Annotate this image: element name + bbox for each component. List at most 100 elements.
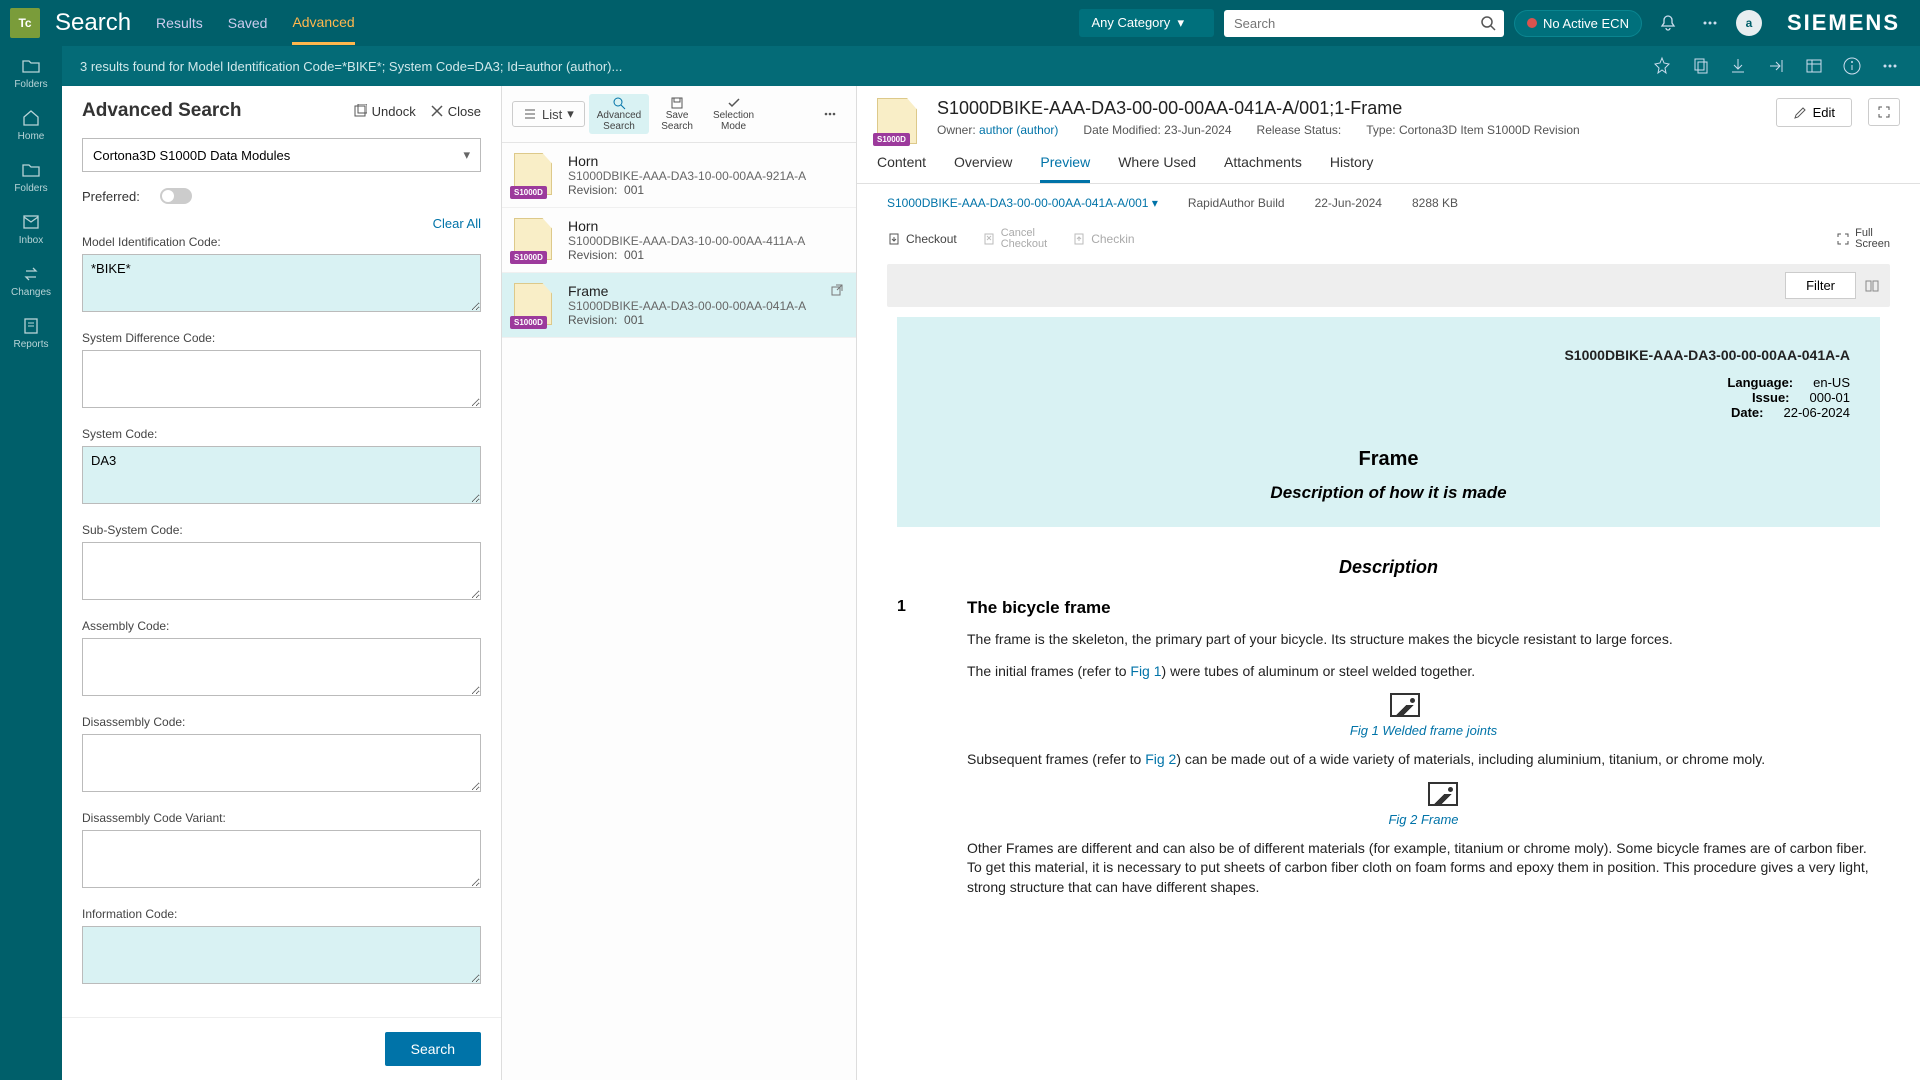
save-search-button[interactable]: SaveSearch — [653, 94, 701, 134]
model-id-input[interactable]: *BIKE* — [82, 254, 481, 312]
header-tabs: Results Saved Advanced — [156, 0, 355, 46]
field-label: Disassembly Code: — [82, 715, 481, 729]
doc-icon: S1000D — [514, 153, 556, 195]
tab-history[interactable]: History — [1330, 154, 1374, 183]
search-icon[interactable] — [1480, 15, 1496, 31]
selection-mode-button[interactable]: SelectionMode — [705, 94, 762, 134]
clear-all-link[interactable]: Clear All — [62, 212, 501, 235]
result-dmc: S1000DBIKE-AAA-DA3-10-00-00AA-921A-A — [568, 169, 844, 183]
preferred-row: Preferred: — [62, 180, 501, 212]
image-placeholder-icon — [1428, 782, 1458, 806]
table-icon[interactable] — [1804, 56, 1824, 76]
figure-1: Fig 1 Welded frame joints — [1350, 693, 1497, 738]
list-view-button[interactable]: List ▾ — [512, 101, 585, 127]
revision-dropdown[interactable]: S1000DBIKE-AAA-DA3-00-00-00AA-041A-A/001… — [887, 196, 1158, 210]
result-dmc: S1000DBIKE-AAA-DA3-10-00-00AA-411A-A — [568, 234, 844, 248]
tab-results[interactable]: Results — [156, 3, 203, 43]
category-dropdown[interactable]: Any Category ▾ — [1079, 9, 1214, 37]
copy-icon[interactable] — [1690, 56, 1710, 76]
detail-tabs: Content Overview Preview Where Used Atta… — [857, 142, 1920, 184]
result-item-1[interactable]: S1000D Horn S1000DBIKE-AAA-DA3-10-00-00A… — [502, 208, 856, 273]
open-icon[interactable] — [830, 283, 844, 297]
doc-icon: S1000D — [514, 218, 556, 260]
assembly-input[interactable] — [82, 638, 481, 696]
owner-link[interactable]: author (author) — [979, 123, 1058, 137]
toolbar-overflow[interactable] — [814, 104, 846, 124]
type-select[interactable]: Cortona3D S1000D Data Modules — [82, 138, 481, 172]
preferred-toggle[interactable] — [160, 188, 192, 204]
action-bar: Checkout CancelCheckout Checkin FullScre… — [857, 222, 1920, 264]
share-icon[interactable] — [1766, 56, 1786, 76]
notifications-icon[interactable] — [1652, 7, 1684, 39]
paragraph: Subsequent frames (refer to Fig 2) can b… — [967, 750, 1880, 770]
adv-body: Model Identification Code:*BIKE* System … — [62, 235, 501, 1017]
tab-content[interactable]: Content — [877, 154, 926, 183]
fig1-link[interactable]: Fig 1 — [1130, 663, 1161, 679]
no-active-ecn[interactable]: No Active ECN — [1514, 10, 1642, 37]
doc-h1: Frame — [927, 448, 1850, 471]
rail-inbox[interactable]: Inbox — [19, 212, 43, 246]
result-item-2[interactable]: S1000D Frame S1000DBIKE-AAA-DA3-00-00-00… — [502, 273, 856, 338]
adv-footer: Search — [62, 1017, 501, 1080]
detail-panel: S1000D S1000DBIKE-AAA-DA3-00-00-00AA-041… — [857, 86, 1920, 1080]
advanced-search-panel: Advanced Search Undock Close Cortona3D S… — [62, 86, 502, 1080]
section-title: The bicycle frame — [967, 598, 1880, 618]
siemens-logo: SIEMENS — [1787, 10, 1900, 36]
info-icon[interactable] — [1842, 56, 1862, 76]
detail-doc-icon: S1000D — [877, 98, 921, 142]
tab-where-used[interactable]: Where Used — [1118, 154, 1196, 183]
disassembly-input[interactable] — [82, 734, 481, 792]
tab-preview[interactable]: Preview — [1040, 154, 1090, 183]
close-button[interactable]: Close — [431, 104, 481, 119]
filter-button[interactable]: Filter — [1785, 272, 1856, 299]
results-panel: List ▾ AdvancedSearch SaveSearch Selecti… — [502, 86, 857, 1080]
fig2-link[interactable]: Fig 2 — [1145, 751, 1176, 767]
subsystem-input[interactable] — [82, 542, 481, 600]
disassembly-variant-input[interactable] — [82, 830, 481, 888]
doc-h2: Description of how it is made — [927, 483, 1850, 503]
field-label: Sub-System Code: — [82, 523, 481, 537]
overflow-icon[interactable] — [1880, 56, 1900, 76]
tab-attachments[interactable]: Attachments — [1224, 154, 1302, 183]
avatar[interactable]: a — [1736, 10, 1762, 36]
app-logo[interactable]: Tc — [10, 8, 40, 38]
fig2-caption: Fig 2 Frame — [1388, 812, 1458, 827]
results-summary: 3 results found for Model Identification… — [80, 59, 622, 74]
revision-bar: S1000DBIKE-AAA-DA3-00-00-00AA-041A-A/001… — [857, 184, 1920, 222]
search-input[interactable] — [1224, 10, 1504, 37]
content-scroll[interactable]: S1000DBIKE-AAA-DA3-00-00-00AA-041A-A Lan… — [857, 317, 1920, 1080]
rail-home[interactable]: Home — [18, 108, 45, 142]
doc-header-box: S1000DBIKE-AAA-DA3-00-00-00AA-041A-A Lan… — [897, 317, 1880, 527]
result-dmc: S1000DBIKE-AAA-DA3-00-00-00AA-041A-A — [568, 299, 818, 313]
field-label: Assembly Code: — [82, 619, 481, 633]
detail-header: S1000D S1000DBIKE-AAA-DA3-00-00-00AA-041… — [857, 86, 1920, 142]
info-code-input[interactable] — [82, 926, 481, 984]
split-icon[interactable] — [1864, 278, 1880, 294]
fullscreen-button[interactable]: FullScreen — [1836, 228, 1890, 250]
system-code-input[interactable]: DA3 — [82, 446, 481, 504]
rail-folders[interactable]: Folders — [14, 160, 47, 194]
edit-button[interactable]: Edit — [1776, 98, 1852, 127]
rail-changes[interactable]: Changes — [11, 264, 51, 298]
field-label: System Code: — [82, 427, 481, 441]
export-icon[interactable] — [1728, 56, 1748, 76]
rail-folders-top[interactable]: Folders — [14, 56, 47, 90]
ai-icon[interactable] — [1652, 56, 1672, 76]
paragraph: The frame is the skeleton, the primary p… — [967, 630, 1880, 650]
search-button[interactable]: Search — [385, 1032, 481, 1066]
fullscreen-icon[interactable] — [1868, 98, 1900, 126]
header-right: Any Category ▾ No Active ECN a SIEMENS — [1079, 7, 1910, 39]
more-icon[interactable] — [1694, 7, 1726, 39]
sys-diff-input[interactable] — [82, 350, 481, 408]
tab-saved[interactable]: Saved — [228, 3, 268, 43]
tab-overview[interactable]: Overview — [954, 154, 1012, 183]
rail-reports[interactable]: Reports — [13, 316, 48, 350]
adv-search-button[interactable]: AdvancedSearch — [589, 94, 649, 134]
field-label: System Difference Code: — [82, 331, 481, 345]
result-item-0[interactable]: S1000D Horn S1000DBIKE-AAA-DA3-10-00-00A… — [502, 143, 856, 208]
field-label: Information Code: — [82, 907, 481, 921]
description-heading: Description — [897, 557, 1880, 578]
tab-advanced[interactable]: Advanced — [292, 2, 354, 45]
checkout-button[interactable]: Checkout — [887, 232, 957, 246]
undock-button[interactable]: Undock — [353, 104, 416, 119]
